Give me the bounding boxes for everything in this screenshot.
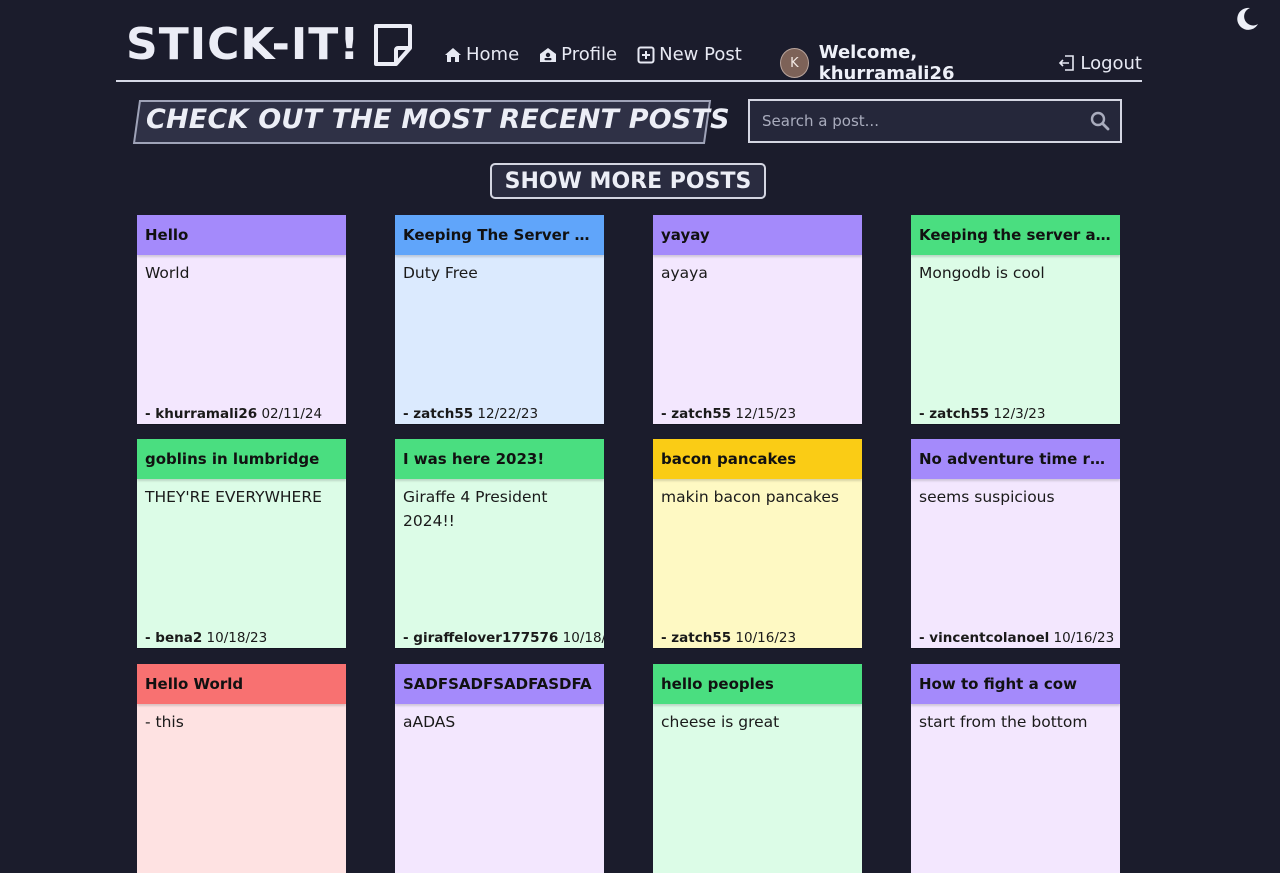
post-title-bar: Hello World xyxy=(137,664,346,704)
post-date: 12/22/23 xyxy=(477,406,539,422)
nav-profile[interactable]: Profile xyxy=(539,44,617,65)
post-author[interactable]: - giraffelover177576 xyxy=(403,630,558,646)
post-author[interactable]: - zatch55 xyxy=(403,406,473,422)
search-input[interactable] xyxy=(750,100,1080,142)
search-icon xyxy=(1090,111,1110,131)
recent-posts-heading: CHECK OUT THE MOST RECENT POSTS xyxy=(146,104,730,135)
search-bar xyxy=(748,99,1122,143)
post-note[interactable]: Keeping the server ac... Mongodb is cool -… xyxy=(911,215,1120,424)
post-title: SADFSADFSADFASDFA xyxy=(403,675,592,693)
post-date: 12/15/23 xyxy=(735,406,797,422)
post-author[interactable]: - vincentcolanoel xyxy=(919,630,1049,646)
post-author[interactable]: - bena2 xyxy=(145,630,202,646)
nav-home[interactable]: Home xyxy=(444,44,519,65)
logo-text: STICK-IT! xyxy=(126,18,361,70)
nav-new-post[interactable]: New Post xyxy=(637,44,742,65)
post-footer: - khurramali26 02/11/24 xyxy=(145,406,322,422)
post-title-bar: How to fight a cow xyxy=(911,664,1120,704)
post-body: Duty Free xyxy=(403,264,478,282)
home-icon xyxy=(445,47,461,62)
post-title-bar: Keeping the server ac... xyxy=(911,215,1120,255)
post-date: 10/18/23 xyxy=(562,630,604,646)
post-title-bar: yayay xyxy=(653,215,862,255)
post-footer: - zatch55 12/22/23 xyxy=(403,406,538,422)
post-body: aADAS xyxy=(403,713,456,731)
post-title-bar: goblins in lumbridge xyxy=(137,439,346,479)
post-title-bar: I was here 2023! xyxy=(395,439,604,479)
plus-square-icon xyxy=(637,46,655,63)
post-body: Giraffe 4 President 2024!! xyxy=(403,488,548,530)
nav-home-label: Home xyxy=(466,44,520,65)
post-note[interactable]: goblins in lumbridge THEY'RE EVERYWHERE - … xyxy=(137,439,346,648)
post-title: Keeping The Server Up! xyxy=(403,226,596,244)
post-title: Keeping the server ac... xyxy=(919,226,1112,244)
post-title-bar: No adventure time ref... xyxy=(911,439,1120,479)
post-title: How to fight a cow xyxy=(919,675,1077,693)
post-title: hello peoples xyxy=(661,675,774,693)
post-note[interactable]: hello peoples cheese is great xyxy=(653,664,862,873)
post-note[interactable]: Hello World - this xyxy=(137,664,346,873)
post-title: Hello xyxy=(145,226,189,244)
post-author[interactable]: - zatch55 xyxy=(661,406,731,422)
post-title-bar: bacon pancakes xyxy=(653,439,862,479)
post-note[interactable]: Hello World - khurramali26 02/11/24 xyxy=(137,215,346,424)
post-footer: - zatch55 12/3/23 xyxy=(919,406,1045,422)
post-title: Hello World xyxy=(145,675,244,693)
welcome-text: Welcome, khurramali26 xyxy=(818,42,955,84)
post-body: Mongodb is cool xyxy=(919,264,1045,282)
post-title-bar: SADFSADFSADFASDFA xyxy=(395,664,604,704)
post-author[interactable]: - zatch55 xyxy=(661,630,731,646)
profile-icon xyxy=(540,47,557,62)
post-date: 10/16/23 xyxy=(735,630,797,646)
avatar[interactable]: K xyxy=(780,48,809,78)
logo[interactable]: STICK-IT! xyxy=(126,14,416,74)
post-body: seems suspicious xyxy=(919,488,1055,506)
show-more-posts-button[interactable]: SHOW MORE POSTS xyxy=(490,163,766,199)
post-body: start from the bottom xyxy=(919,713,1088,731)
post-title: No adventure time ref... xyxy=(919,450,1112,468)
site-header: STICK-IT! Home Profile New Post K Welcom… xyxy=(116,14,1142,84)
post-body: ayaya xyxy=(661,264,708,282)
logout-button[interactable]: Logout xyxy=(1058,53,1142,74)
logout-label: Logout xyxy=(1080,52,1142,74)
post-body: World xyxy=(145,264,190,282)
post-author[interactable]: - zatch55 xyxy=(919,406,989,422)
main-nav: Home Profile New Post xyxy=(444,44,762,65)
post-date: 12/3/23 xyxy=(993,406,1046,422)
post-footer: - zatch55 10/16/23 xyxy=(661,630,796,646)
post-date: 10/18/23 xyxy=(206,630,268,646)
logout-icon xyxy=(1059,55,1075,71)
post-body: cheese is great xyxy=(661,713,780,731)
post-body: makin bacon pancakes xyxy=(661,488,839,506)
post-title-bar: Hello xyxy=(137,215,346,255)
post-footer: - zatch55 12/15/23 xyxy=(661,406,796,422)
post-footer: - vincentcolanoel 10/16/23 xyxy=(919,630,1114,646)
post-body: - this xyxy=(145,713,184,731)
post-note[interactable]: bacon pancakes makin bacon pancakes - zatc… xyxy=(653,439,862,648)
post-title-bar: Keeping The Server Up! xyxy=(395,215,604,255)
post-note[interactable]: I was here 2023! Giraffe 4 President 2024… xyxy=(395,439,604,648)
sticky-note-icon xyxy=(374,24,413,66)
post-title: goblins in lumbridge xyxy=(145,450,320,468)
dark-mode-moon-icon[interactable] xyxy=(1233,5,1261,33)
post-title: bacon pancakes xyxy=(661,450,797,468)
post-footer: - bena2 10/18/23 xyxy=(145,630,267,646)
search-button[interactable] xyxy=(1080,101,1120,141)
nav-new-post-label: New Post xyxy=(659,44,742,65)
user-area: K Welcome, khurramali26 Logout xyxy=(780,42,1142,84)
nav-profile-label: Profile xyxy=(561,44,618,65)
post-date: 10/16/23 xyxy=(1053,630,1115,646)
post-note[interactable]: SADFSADFSADFASDFA aADAS xyxy=(395,664,604,873)
post-author[interactable]: - khurramali26 xyxy=(145,406,257,422)
post-footer: - giraffelover177576 10/18/23 xyxy=(403,630,604,646)
post-title-bar: hello peoples xyxy=(653,664,862,704)
post-note[interactable]: No adventure time ref... seems suspicious… xyxy=(911,439,1120,648)
post-note[interactable]: How to fight a cow start from the bottom xyxy=(911,664,1120,873)
post-title: I was here 2023! xyxy=(403,450,545,468)
post-title: yayay xyxy=(661,226,710,244)
post-date: 02/11/24 xyxy=(261,406,323,422)
post-note[interactable]: Keeping The Server Up! Duty Free - zatch55… xyxy=(395,215,604,424)
post-note[interactable]: yayay ayaya - zatch55 12/15/23 xyxy=(653,215,862,424)
post-body: THEY'RE EVERYWHERE xyxy=(145,488,322,506)
